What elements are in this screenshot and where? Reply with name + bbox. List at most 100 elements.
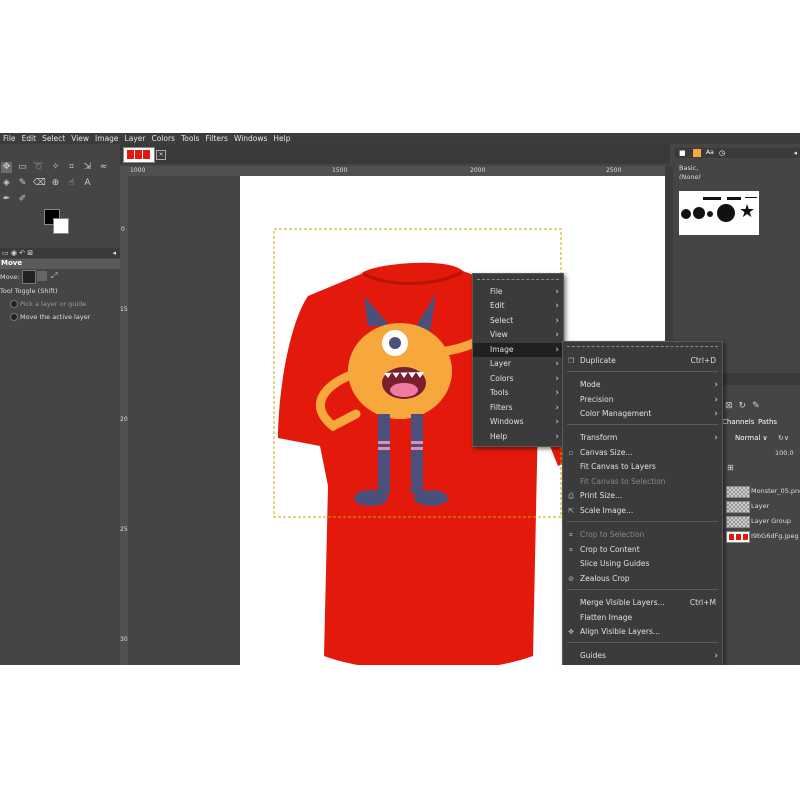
radio-pick-layer[interactable]	[10, 300, 18, 308]
brushes-tab-icon[interactable]: ■	[679, 149, 686, 157]
paths-icon[interactable]: ✒	[1, 194, 12, 205]
fonts-tab-icon[interactable]: Aa	[706, 149, 714, 156]
eraser-icon[interactable]: ⌫	[33, 178, 46, 189]
brush-item[interactable]	[745, 197, 757, 198]
dock-menu-icon[interactable]: ◂	[793, 149, 797, 157]
menu-colors[interactable]: Colors	[148, 134, 178, 143]
menu-edit[interactable]: Edit	[19, 134, 40, 143]
layer-thumbnail[interactable]	[726, 531, 750, 543]
tearoff-line[interactable]	[477, 279, 559, 281]
menu-item-scale-image[interactable]: ⇱ Scale Image...	[563, 504, 722, 518]
patterns-tab-icon[interactable]	[693, 149, 701, 157]
canvas-size-icon: ▫	[568, 449, 574, 457]
dock-menu-icon[interactable]: ◂	[112, 249, 116, 257]
brush-item[interactable]	[703, 197, 721, 200]
menu-item-transform[interactable]: Transform ›	[563, 431, 722, 445]
brush-item[interactable]	[717, 204, 735, 222]
menu-item-view[interactable]: View ›	[473, 328, 563, 342]
crop-icon[interactable]: ⌗	[66, 162, 77, 173]
opacity-value[interactable]: 100.0	[775, 449, 794, 457]
menu-item-zealous-crop[interactable]: ⊘ Zealous Crop	[563, 572, 722, 586]
menu-item-fit-selection[interactable]: Fit Canvas to Selection	[563, 475, 722, 489]
menu-view[interactable]: View	[68, 134, 92, 143]
menu-item-image[interactable]: Image ›	[473, 343, 563, 357]
menu-item-file[interactable]: File ›	[473, 285, 563, 299]
transform-icon[interactable]: ⇲	[82, 162, 93, 173]
tearoff-line[interactable]	[567, 346, 718, 348]
edit-icon[interactable]: ✎	[752, 401, 760, 415]
history-tab-icon[interactable]: ◷	[719, 149, 725, 157]
menu-item-merge-visible[interactable]: Merge Visible Layers... Ctrl+M	[563, 596, 722, 610]
move-layer-icon[interactable]	[22, 270, 36, 284]
menu-image[interactable]: Image	[92, 134, 122, 143]
menu-item-crop-selection[interactable]: ⌗ Crop to Selection	[563, 528, 722, 542]
warp-icon[interactable]: ≈	[98, 162, 109, 173]
menu-item-select[interactable]: Select ›	[473, 314, 563, 328]
paths-tab[interactable]: Paths	[758, 418, 777, 426]
layer-background-image[interactable]: I9bG6dFg.jpeg	[751, 529, 800, 543]
clone-icon[interactable]: ⊕	[50, 178, 61, 189]
radio-move-active-label: Move the active layer	[20, 313, 91, 321]
menu-item-flatten[interactable]: Flatten Image	[563, 611, 722, 625]
smudge-icon[interactable]: ☝	[66, 178, 77, 189]
menu-item-fit-layers[interactable]: Fit Canvas to Layers	[563, 460, 722, 474]
menu-item-edit[interactable]: Edit ›	[473, 299, 563, 313]
menu-item-color-management[interactable]: Color Management ›	[563, 407, 722, 421]
menu-windows[interactable]: Windows	[231, 134, 270, 143]
menu-item-align-visible[interactable]: ✥ Align Visible Layers...	[563, 625, 722, 639]
menu-item-precision[interactable]: Precision ›	[563, 393, 722, 407]
refresh-icon[interactable]: ↻	[739, 401, 747, 415]
radio-move-active[interactable]	[10, 313, 18, 321]
menu-filters[interactable]: Filters	[202, 134, 230, 143]
layer-layer[interactable]: Layer	[751, 499, 800, 513]
text-tool-icon[interactable]: A	[82, 178, 93, 189]
menu-item-guides[interactable]: Guides ›	[563, 649, 722, 663]
layer-thumbnail[interactable]	[726, 486, 750, 498]
brush-grid[interactable]: ★	[679, 191, 759, 235]
menu-item-filters[interactable]: Filters ›	[473, 401, 563, 415]
menu-item-slice-guides[interactable]: Slice Using Guides	[563, 557, 722, 571]
move-selection-icon[interactable]	[37, 271, 47, 281]
layer-thumbnail[interactable]	[726, 516, 750, 528]
layer-thumbnail[interactable]	[726, 501, 750, 513]
menu-help[interactable]: Help	[270, 134, 293, 143]
bucket-fill-icon[interactable]: ◈	[1, 178, 12, 189]
background-color-swatch[interactable]	[53, 218, 69, 234]
menu-item-mode[interactable]: Mode ›	[563, 378, 722, 392]
move-path-icon[interactable]: ⤢	[51, 271, 57, 281]
brush-item[interactable]	[707, 211, 713, 217]
menu-item-colors[interactable]: Colors ›	[473, 372, 563, 386]
menu-item-windows[interactable]: Windows ›	[473, 415, 563, 429]
menu-item-help[interactable]: Help ›	[473, 430, 563, 444]
image-tab-thumbnail[interactable]	[123, 147, 155, 163]
lock-icon[interactable]: ⊞	[727, 463, 734, 472]
delete-icon[interactable]: ⊠	[725, 401, 733, 415]
layer-group[interactable]: Layer Group	[751, 514, 800, 528]
tool-options-tab-icon[interactable]: ▭ ◉ ↶ ⊠	[2, 249, 33, 257]
move-tool-icon[interactable]: ✥	[1, 162, 12, 173]
menu-item-layer[interactable]: Layer ›	[473, 357, 563, 371]
layer-monster[interactable]: Monster_05.png	[751, 484, 800, 498]
fuzzy-select-icon[interactable]: ✧	[50, 162, 61, 173]
menu-select[interactable]: Select	[39, 134, 68, 143]
color-picker-icon[interactable]: ✐	[17, 194, 28, 205]
menu-item-duplicate[interactable]: ❐ Duplicate Ctrl+D	[563, 354, 722, 368]
menu-layer[interactable]: Layer	[122, 134, 149, 143]
paintbrush-icon[interactable]: ✎	[17, 178, 28, 189]
close-tab-icon[interactable]: ×	[156, 150, 166, 160]
layer-mode-select[interactable]: Normal ∨	[735, 434, 768, 442]
menu-tools[interactable]: Tools	[178, 134, 202, 143]
mode-reset-icon[interactable]: ↻∨	[778, 434, 789, 442]
channels-tab[interactable]: Channels	[722, 418, 754, 426]
brush-item[interactable]	[681, 209, 691, 219]
menu-file[interactable]: File	[0, 134, 19, 143]
rect-select-icon[interactable]: ▭	[17, 162, 28, 173]
menu-item-tools[interactable]: Tools ›	[473, 386, 563, 400]
menu-item-print-size[interactable]: ⎙ Print Size...	[563, 489, 722, 503]
brush-item[interactable]	[693, 207, 705, 219]
menu-item-crop-content[interactable]: ⌗ Crop to Content	[563, 543, 722, 557]
brush-item[interactable]	[727, 197, 741, 200]
star-brush-icon[interactable]: ★	[739, 203, 755, 221]
lasso-icon[interactable]: ➰	[33, 162, 44, 173]
menu-item-canvas-size[interactable]: ▫ Canvas Size...	[563, 446, 722, 460]
